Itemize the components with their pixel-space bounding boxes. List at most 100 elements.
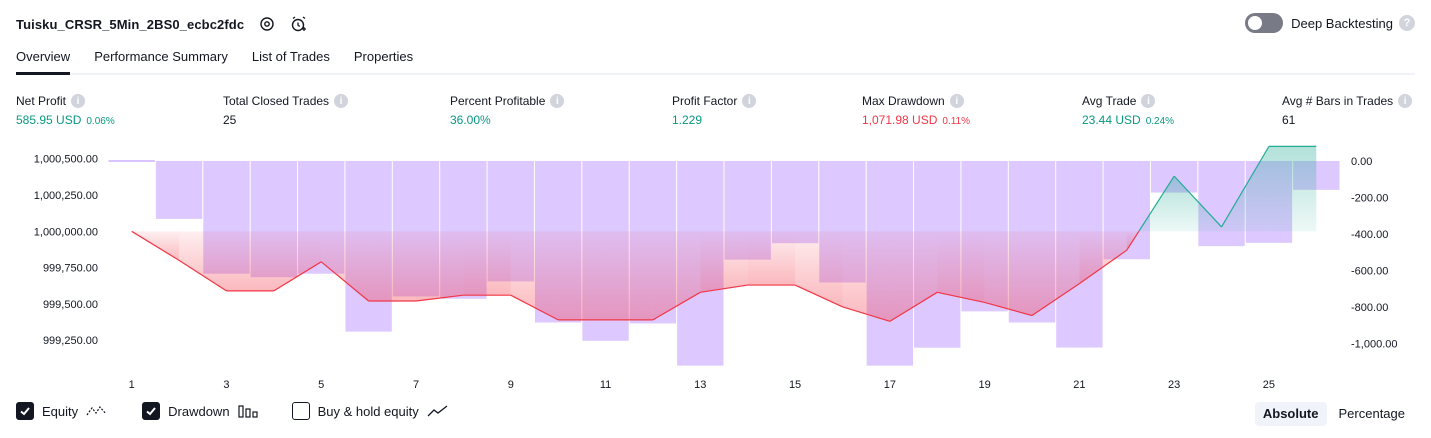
metric-label: Net Profit (16, 94, 67, 108)
drawdown-checkbox[interactable] (142, 402, 161, 420)
right-axis-tick-label: -200.00 (1351, 193, 1388, 205)
equity-area (605, 231, 653, 320)
metric-net-profit: Net Profit i 585.95 USD 0.06% (16, 94, 115, 127)
equity-toggle[interactable]: Equity (16, 402, 108, 420)
percentage-button[interactable]: Percentage (1331, 402, 1414, 426)
drawdown-bar (771, 160, 819, 244)
drawdown-toggle[interactable]: Drawdown (142, 402, 258, 420)
tab-properties[interactable]: Properties (354, 44, 413, 75)
x-axis-tick-label: 1 (129, 379, 135, 391)
metric-avg-trade: Avg Trade i 23.44 USD 0.24% (1082, 94, 1174, 127)
left-axis-tick-label: 1,000,250.00 (34, 190, 98, 202)
drawdown-label: Drawdown (168, 403, 230, 419)
drawdown-bar (155, 160, 203, 219)
equity-checkbox[interactable] (16, 402, 34, 420)
info-icon[interactable]: i (1398, 94, 1413, 108)
strategy-header: Tuisku_CRSR_5Min_2BS0_ecbc2fdc (16, 12, 308, 36)
equity-drawdown-chart[interactable]: 1,000,500.00 1,000,250.00 1,000,000.00 999,… (0, 140, 1431, 400)
metric-total-closed-trades: Total Closed Trades i 25 (223, 94, 349, 127)
right-axis-tick-label: -800.00 (1351, 302, 1388, 314)
metric-label: Avg # Bars in Trades (1282, 94, 1394, 108)
metric-percent: 0.06% (86, 116, 115, 127)
left-axis-tick-label: 1,000,000.00 (34, 226, 98, 238)
equity-area (226, 231, 274, 291)
equity-area (416, 231, 464, 302)
info-icon[interactable]: i (742, 94, 757, 108)
tab-list-of-trades[interactable]: List of Trades (252, 44, 330, 75)
x-axis-tick-label: 25 (1263, 379, 1275, 391)
info-icon[interactable]: i (71, 94, 86, 108)
strategy-name: Tuisku_CRSR_5Min_2BS0_ecbc2fdc (16, 16, 245, 32)
equity-line-icon (86, 404, 108, 418)
metric-percent-profitable: Percent Profitable i 36.00% (450, 94, 565, 127)
x-axis-tick-label: 11 (600, 379, 611, 391)
drawdown-bars-icon (237, 404, 258, 418)
help-icon[interactable]: ? (1399, 15, 1415, 31)
deep-backtesting-toggle[interactable] (1245, 13, 1284, 33)
equity-area (463, 231, 511, 296)
info-icon[interactable]: i (949, 94, 964, 108)
right-axis-tick-label: -400.00 (1351, 229, 1388, 241)
metric-value: 25 (223, 113, 237, 127)
x-axis-tick-label: 19 (978, 379, 990, 391)
x-axis-tick-label: 3 (223, 379, 229, 391)
equity-area (937, 231, 985, 303)
metric-label: Total Closed Trades (223, 94, 330, 108)
right-axis-tick-label: -600.00 (1351, 266, 1388, 278)
absolute-button[interactable]: Absolute (1254, 402, 1327, 426)
x-axis-tick-label: 9 (508, 379, 514, 391)
left-axis-tick-label: 999,500.00 (43, 299, 98, 311)
left-axis-tick-label: 999,250.00 (43, 335, 98, 347)
metrics-row: Net Profit i 585.95 USD 0.06% Total Closed… (0, 94, 1431, 134)
metric-percent: 0.24% (1145, 116, 1175, 127)
equity-area (179, 231, 227, 291)
equity-area (510, 231, 559, 320)
equity-area (558, 231, 606, 320)
metric-profit-factor: Profit Factor i 1.229 (672, 94, 757, 127)
buy-hold-checkbox[interactable] (291, 402, 310, 420)
settings-icon[interactable] (258, 15, 276, 33)
metric-value: 585.95 USD (16, 113, 82, 127)
x-axis-tick-label: 21 (1073, 379, 1085, 391)
x-axis-tick-label: 5 (318, 379, 324, 391)
info-icon[interactable]: i (550, 94, 565, 108)
buy-hold-toggle[interactable]: Buy & hold equity (291, 402, 449, 420)
equity-area (842, 231, 890, 322)
left-axis-tick-label: 1,000,500.00 (34, 154, 98, 166)
equity-area (1268, 146, 1317, 232)
right-axis-tick-label: 0.00 (1351, 156, 1372, 168)
left-axis-tick-label: 999,750.00 (43, 263, 98, 275)
metric-value: 61 (1282, 113, 1296, 127)
equity-area (273, 231, 322, 291)
info-icon[interactable]: i (334, 94, 349, 108)
x-axis-tick-label: 7 (413, 379, 419, 391)
metric-label: Profit Factor (672, 94, 738, 108)
metric-value: 23.44 USD (1082, 113, 1141, 127)
equity-label: Equity (42, 403, 79, 419)
equity-area (984, 231, 1032, 316)
metric-percent: 0.11% (942, 116, 971, 127)
chart-legend: Equity Drawdown Buy & hold equity (16, 402, 483, 420)
equity-area (368, 231, 416, 302)
tab-bar: Overview Performance Summary List of Tra… (16, 44, 1415, 75)
equity-area (747, 231, 796, 286)
x-axis-tick-label: 13 (694, 379, 706, 391)
right-axis-tick-label: -1,000.00 (1351, 339, 1397, 351)
metric-avg-bars-in-trades: Avg # Bars in Trades i 61 (1282, 94, 1413, 127)
equity-area (321, 231, 369, 302)
equity-area (700, 231, 748, 293)
buy-hold-line-icon (427, 404, 449, 418)
metric-label: Max Drawdown (862, 94, 945, 108)
value-mode-toggle: Absolute Percentage (1251, 402, 1413, 426)
tab-performance-summary[interactable]: Performance Summary (94, 44, 228, 75)
deep-backtesting-label: Deep Backtesting (1291, 15, 1393, 31)
add-alert-icon[interactable] (290, 15, 308, 33)
info-icon[interactable]: i (1141, 94, 1156, 108)
x-axis-tick-label: 23 (1168, 379, 1180, 391)
x-axis-tick-label: 17 (884, 379, 896, 391)
metric-value: 1,071.98 USD (862, 113, 938, 127)
metric-label: Avg Trade (1082, 94, 1137, 108)
metric-value: 1.229 (672, 113, 703, 127)
tab-overview[interactable]: Overview (16, 44, 71, 75)
deep-backtesting: Deep Backtesting ? (1245, 13, 1415, 33)
